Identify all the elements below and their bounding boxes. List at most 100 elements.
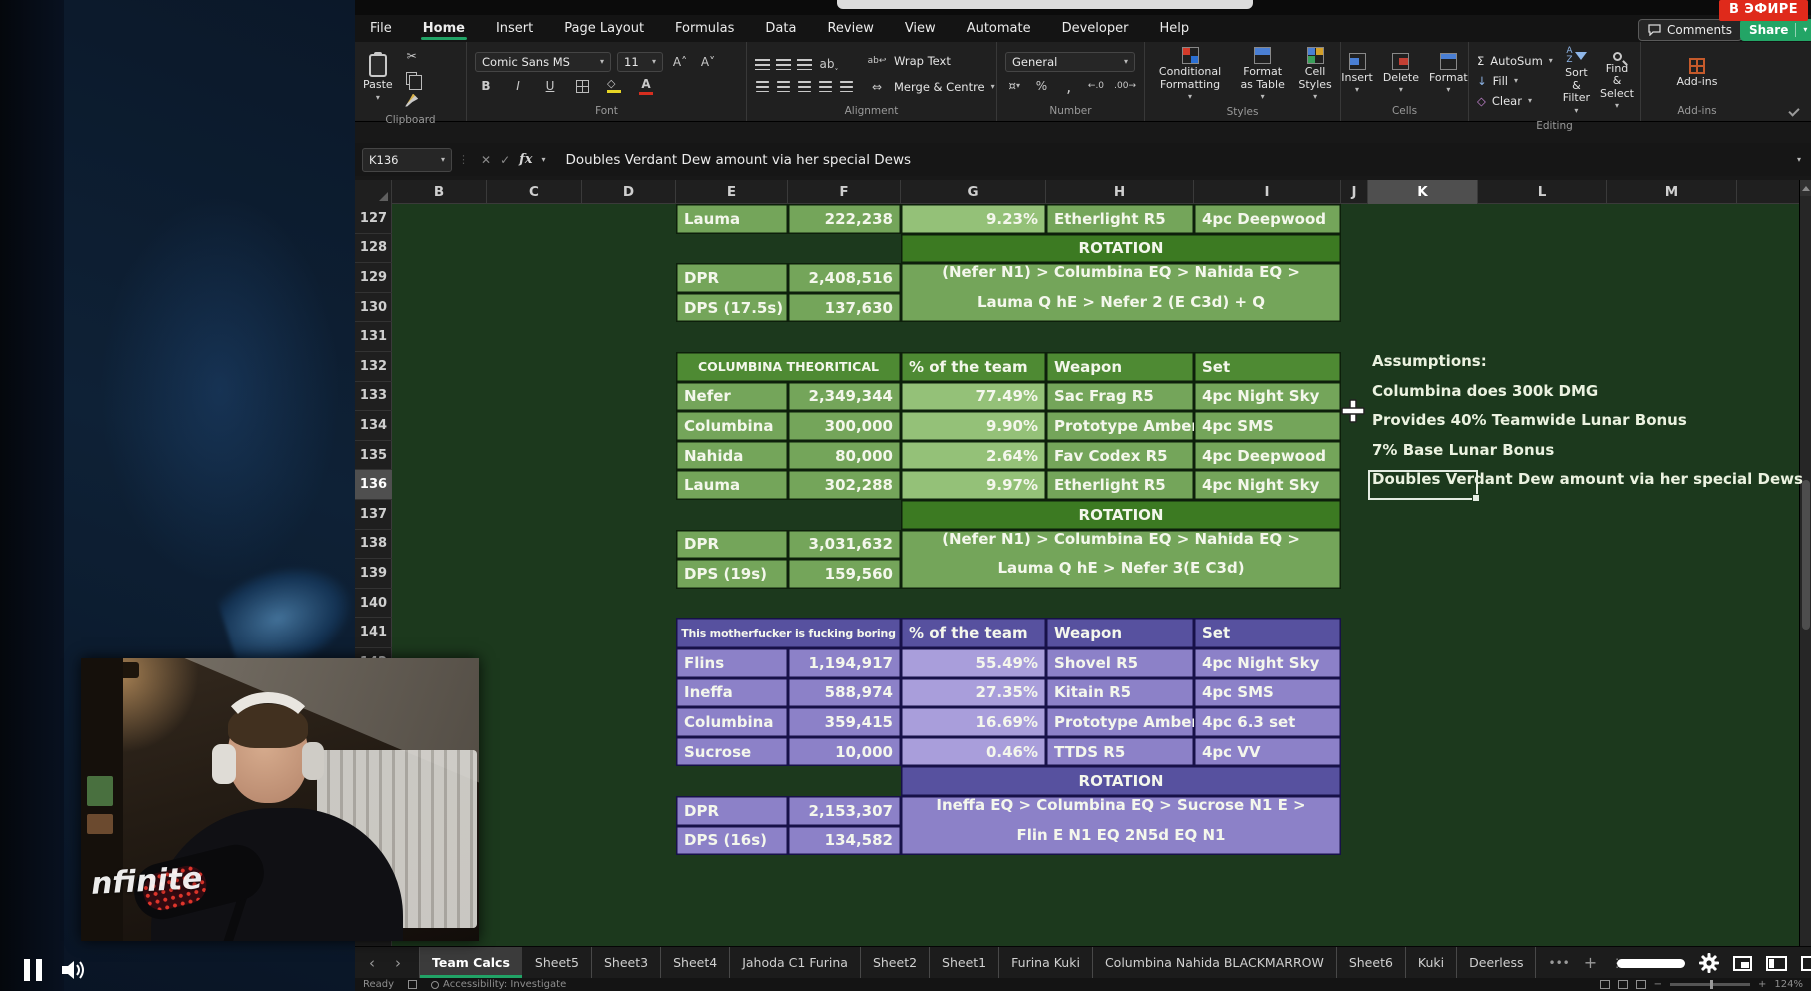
bold-button[interactable]: B [475,77,497,95]
sheet-tab-deerless[interactable]: Deerless [1457,947,1536,978]
table-cell[interactable]: 2,349,344 [788,382,901,412]
column-header-H[interactable]: H [1046,180,1194,204]
table-cell[interactable]: 4pc SMS [1194,411,1341,441]
menu-tab-review[interactable]: Review [825,17,875,40]
row-header-133[interactable]: 133 [355,382,392,412]
row-header-130[interactable]: 130 [355,293,392,323]
zoom-out-icon[interactable]: − [1654,979,1662,990]
comments-button[interactable]: Comments [1638,19,1742,41]
excel-search-box[interactable] [837,0,1253,9]
settings-gear-icon[interactable] [1699,953,1719,973]
insert-cells-button[interactable]: Insert▾ [1341,53,1373,95]
zoom-in-icon[interactable]: + [1758,979,1766,990]
table-cell[interactable]: Lauma [676,470,788,500]
column-header-C[interactable]: C [487,180,582,204]
normal-view-icon[interactable] [1600,980,1610,989]
table-cell[interactable]: 3,031,632 [788,530,901,560]
underline-button[interactable]: U [539,77,561,95]
table-cell[interactable]: % of the team [901,352,1046,382]
volume-slider[interactable] [1617,959,1685,968]
sheet-tab-jahoda-c1-furina[interactable]: Jahoda C1 Furina [730,947,861,978]
table-cell[interactable]: 359,415 [788,707,901,737]
decrease-decimal-button[interactable]: .00→ [1114,77,1136,95]
comma-format-button[interactable]: , [1060,77,1078,95]
zoom-level[interactable]: 124% [1774,979,1803,990]
font-size-select[interactable]: 11▾ [617,52,663,72]
currency-format-button[interactable]: ¤▾ [1005,77,1023,95]
sheet-tab-sheet5[interactable]: Sheet5 [523,947,592,978]
menu-tab-page-layout[interactable]: Page Layout [562,17,646,40]
menu-tab-automate[interactable]: Automate [965,17,1033,40]
table-cell[interactable]: 4pc Deepwood [1194,204,1341,234]
orientation-button[interactable]: ab˯ [818,55,840,73]
table-cell[interactable]: Etherlight R5 [1046,204,1194,234]
column-header-K[interactable]: K [1368,180,1478,204]
table-cell[interactable]: 9.90% [901,411,1046,441]
table-cell[interactable]: 4pc VV [1194,737,1341,767]
table-cell[interactable]: Weapon [1046,352,1194,382]
table-cell[interactable]: 80,000 [788,441,901,471]
table-cell[interactable]: Nefer [676,382,788,412]
align-bottom-icon[interactable] [797,59,812,70]
table-cell[interactable]: 2,153,307 [788,796,901,826]
cut-button[interactable]: ✂ [401,47,423,65]
table-cell[interactable]: (Nefer N1) > Columbina EQ > Nahida EQ >L… [901,530,1341,589]
increase-decimal-button[interactable]: ←.0 [1087,77,1105,95]
sheet-tab-sheet3[interactable]: Sheet3 [592,947,661,978]
table-cell[interactable]: DPR [676,530,788,560]
scrollbar-thumb[interactable] [1802,480,1810,630]
accessibility-status[interactable]: Accessibility: Investigate [431,979,566,990]
sort-filter-button[interactable]: AZ Sort & Filter▾ [1563,47,1590,115]
table-cell[interactable]: 0.46% [901,737,1046,767]
format-as-table-button[interactable]: Format as Table▾ [1237,47,1288,101]
table-cell[interactable]: Kitain R5 [1046,678,1194,708]
fill-color-button[interactable]: ◇ [603,77,625,95]
table-cell[interactable]: Sac Frag R5 [1046,382,1194,412]
paste-button[interactable]: Paste▾ [363,54,393,102]
row-header-132[interactable]: 132 [355,352,392,382]
table-cell[interactable]: 4pc Night Sky [1194,648,1341,678]
wrap-text-button[interactable]: ab↩Wrap Text [866,52,995,70]
delete-cells-button[interactable]: Delete▾ [1383,53,1419,95]
row-header-139[interactable]: 139 [355,559,392,589]
table-cell[interactable]: 2,408,516 [788,263,901,293]
scroll-up-icon[interactable] [1800,180,1811,196]
table-cell[interactable]: 4pc SMS [1194,678,1341,708]
assumption-line[interactable]: Columbina does 300k DMG [1372,382,1598,412]
assumptions-title[interactable]: Assumptions: [1372,352,1487,382]
table-cell[interactable]: 159,560 [788,559,901,589]
next-sheet-icon[interactable]: › [395,954,401,972]
name-box[interactable]: K136▾ [362,148,452,172]
table-cell[interactable]: 27.35% [901,678,1046,708]
row-header-127[interactable]: 127 [355,204,392,234]
column-header-B[interactable]: B [392,180,487,204]
borders-button[interactable] [571,77,593,95]
add-sheet-button[interactable]: + [1584,953,1597,972]
table-cell[interactable]: Set [1194,618,1341,648]
miniplayer-icon[interactable] [1733,956,1752,971]
copy-button[interactable] [401,69,423,87]
column-header-M[interactable]: M [1607,180,1737,204]
table-cell[interactable]: Flins [676,648,788,678]
table-cell[interactable]: TTDS R5 [1046,737,1194,767]
row-header-131[interactable]: 131 [355,322,392,352]
table-cell[interactable]: Columbina [676,707,788,737]
menu-tab-help[interactable]: Help [1157,17,1191,40]
table-cell[interactable]: Prototype Amber [1046,707,1194,737]
sheet-tab-sheet1[interactable]: Sheet1 [930,947,999,978]
table-cell[interactable]: Ineffa [676,678,788,708]
table-cell[interactable]: 2.64% [901,441,1046,471]
font-color-button[interactable]: A [635,77,657,95]
page-layout-view-icon[interactable] [1618,980,1628,989]
align-top-icon[interactable] [755,59,770,70]
table-cell[interactable]: Shovel R5 [1046,648,1194,678]
insert-function-icon[interactable]: fx [519,152,532,167]
table-cell[interactable]: Weapon [1046,618,1194,648]
align-center-icon[interactable] [777,81,790,92]
fullscreen-icon[interactable] [1801,956,1811,971]
sheet-tab-kuki[interactable]: Kuki [1406,947,1457,978]
table-cell[interactable]: DPR [676,796,788,826]
table-cell[interactable]: Etherlight R5 [1046,470,1194,500]
confirm-entry-icon[interactable]: ✓ [500,153,510,167]
table-cell[interactable]: 4pc Night Sky [1194,382,1341,412]
